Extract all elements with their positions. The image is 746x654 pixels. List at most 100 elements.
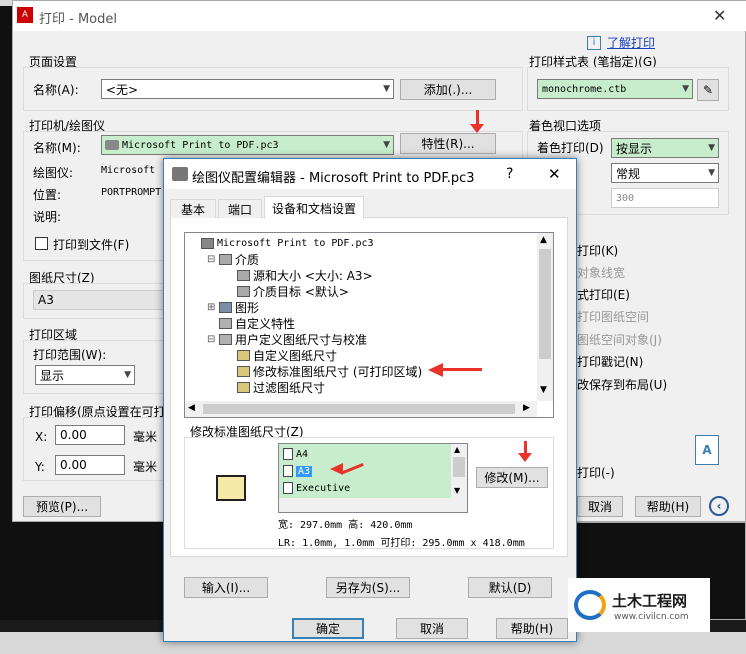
shade-plot-select[interactable]: 按显示 ▼ — [611, 138, 719, 158]
offset-y-input[interactable]: 0.00 — [55, 455, 125, 475]
plot-style-value: monochrome.ctb — [542, 83, 627, 95]
watermark-url: www.civilcn.com — [614, 612, 689, 622]
size-list-item-selected[interactable]: A3 — [283, 463, 313, 479]
editor-close-icon[interactable]: ✕ — [548, 165, 561, 183]
plot-help-button[interactable]: 帮助(H) — [635, 496, 701, 517]
size-list-hscroll[interactable] — [279, 498, 467, 512]
ok-button[interactable]: 确定 — [292, 618, 364, 639]
tab-ports[interactable]: 端口 — [218, 199, 262, 218]
annotation-arrow-head — [330, 463, 343, 475]
settings-tree[interactable]: Microsoft Print to PDF.pc3 ⊟ 介质 源和大小 <大小: A… — [184, 232, 554, 418]
plot-option[interactable]: 打印戳记(N) — [577, 353, 643, 370]
tree-item[interactable]: ⊞ 图形 — [207, 299, 259, 315]
tree-item[interactable]: 自定义特性 — [207, 315, 295, 331]
chevron-down-icon: ▼ — [383, 84, 390, 94]
size-list-item[interactable]: Executive — [283, 480, 350, 496]
tree-item[interactable]: 源和大小 <大小: A3> — [225, 267, 373, 283]
scroll-thumb[interactable] — [539, 249, 551, 359]
add-page-setup-button[interactable]: 添加(.)... — [400, 79, 496, 100]
size-name: Executive — [296, 482, 351, 494]
plot-option[interactable]: 打印(K) — [577, 242, 618, 259]
plot-option[interactable]: 图纸空间对象(J) — [577, 331, 662, 348]
tree-item[interactable]: ⊟ 用户定义图纸尺寸与校准 — [207, 331, 367, 347]
dpi-input[interactable]: 300 — [611, 188, 719, 208]
plot-cancel-button[interactable]: 取消 — [577, 496, 623, 517]
scroll-right-icon[interactable]: ▶ — [523, 403, 530, 413]
plot-style-select[interactable]: monochrome.ctb ▼ — [537, 79, 693, 99]
hscroll-thumb[interactable] — [203, 404, 515, 414]
scroll-up-icon[interactable]: ▲ — [540, 235, 547, 245]
page-setup-select[interactable]: <无> ▼ — [101, 79, 394, 99]
preview-button[interactable]: 预览(P)... — [23, 496, 101, 517]
editor-help-button[interactable]: 帮助(H) — [496, 618, 568, 639]
tab-basic[interactable]: 基本 — [170, 199, 216, 218]
tree-item-label: 图形 — [235, 300, 260, 315]
size-list-vscroll[interactable]: ▲ ▼ — [451, 444, 467, 498]
description-label: 说明: — [33, 210, 62, 224]
plot-range-select[interactable]: 显示 ▼ — [35, 365, 135, 385]
plot-option[interactable]: 改保存到布局(U) — [577, 376, 667, 393]
media-icon — [237, 269, 250, 281]
plot-to-file-label: 打印到文件(F) — [53, 238, 130, 252]
default-button[interactable]: 默认(D) — [468, 577, 552, 598]
tree-rows: Microsoft Print to PDF.pc3 ⊟ 介质 源和大小 <大小: A… — [187, 235, 537, 397]
plot-option[interactable]: 式打印(E) — [577, 286, 630, 303]
plotter-editor-icon — [172, 167, 188, 181]
save-as-button[interactable]: 另存为(S)... — [326, 577, 410, 598]
help-link[interactable]: 了解打印 — [607, 34, 655, 51]
import-button[interactable]: 输入(I)... — [184, 577, 268, 598]
offset-x-input[interactable]: 0.00 — [55, 425, 125, 445]
scroll-down-icon[interactable]: ▼ — [540, 385, 547, 395]
tree-item-label: 绘图仪校准 — [253, 395, 313, 398]
tree-item[interactable]: 介质目标 <默认> — [225, 283, 349, 299]
tree-item-label: 介质 — [235, 252, 260, 267]
plot-cancel-label: 取消 — [587, 500, 612, 514]
tree-vscrollbar[interactable]: ▲ ▼ — [537, 233, 553, 401]
plot-to-file-checkbox[interactable] — [35, 237, 48, 250]
modify-size-button[interactable]: 修改(M)... — [476, 467, 548, 488]
paper-size-select[interactable]: A3 — [33, 290, 173, 310]
expand-icon[interactable]: ‹ — [709, 496, 729, 516]
custom-icon — [219, 317, 232, 329]
scroll-left-icon[interactable]: ◀ — [188, 403, 195, 413]
tab-device-settings[interactable]: 设备和文档设置 — [264, 196, 364, 219]
orientation-label: 打印(-) — [577, 466, 615, 480]
tree-item-label: 修改标准图纸尺寸 (可打印区域) — [253, 364, 423, 379]
plot-option[interactable]: 对象线宽 — [577, 264, 625, 281]
edit-style-button[interactable]: ✎ — [697, 79, 719, 101]
editor-cancel-button[interactable]: 取消 — [396, 618, 468, 639]
tree-toggle-icon[interactable]: ⊟ — [207, 334, 219, 345]
tree-item-label: 自定义特性 — [235, 316, 296, 331]
scroll-down-icon[interactable]: ▼ — [454, 486, 460, 495]
chevron-down-icon: ▼ — [124, 370, 131, 380]
paper-size-list[interactable]: A4 A3 Executive ▲ ▼ — [278, 443, 468, 513]
chevron-down-icon: ▼ — [708, 168, 715, 178]
tree-item[interactable]: 自定义图纸尺寸 — [225, 347, 337, 363]
offset-y-label: Y: — [35, 460, 45, 474]
editor-help-icon[interactable]: ? — [506, 166, 513, 182]
scroll-thumb[interactable] — [453, 457, 465, 477]
offset-y-unit: 毫米 — [133, 460, 158, 474]
media-icon — [219, 253, 232, 265]
tree-item[interactable]: 过滤图纸尺寸 — [225, 379, 325, 395]
printer-select[interactable]: Microsoft Print to PDF.pc3 ▼ — [101, 135, 394, 155]
plot-option[interactable]: 打印图纸空间 — [577, 308, 649, 325]
tree-item[interactable]: Microsoft Print to PDF.pc3 — [189, 235, 374, 251]
page-setup-value: <无> — [106, 82, 139, 97]
size-dimensions: 宽: 297.0mm 高: 420.0mm — [278, 520, 413, 531]
printer-value: Microsoft Print to PDF.pc3 — [122, 139, 279, 151]
scroll-up-icon[interactable]: ▲ — [454, 445, 460, 454]
tree-toggle-icon[interactable]: ⊟ — [207, 254, 219, 265]
tree-item[interactable]: 绘图仪校准 — [225, 395, 313, 398]
tree-item[interactable]: ⊟ 介质 — [207, 251, 259, 267]
watermark: 土木工程网 www.civilcn.com — [568, 578, 710, 632]
media-icon — [237, 285, 250, 297]
size-list-item[interactable]: A4 — [283, 446, 308, 462]
page-icon — [283, 448, 293, 460]
printer-properties-button[interactable]: 特性(R)... — [400, 133, 496, 154]
tree-hscrollbar[interactable]: ◀ ▶ — [185, 401, 537, 417]
tree-item[interactable]: 修改标准图纸尺寸 (可打印区域) — [225, 363, 422, 379]
tree-toggle-icon[interactable]: ⊞ — [207, 302, 219, 313]
quality-select[interactable]: 常规 ▼ — [611, 163, 719, 183]
close-icon[interactable]: ✕ — [713, 6, 726, 25]
